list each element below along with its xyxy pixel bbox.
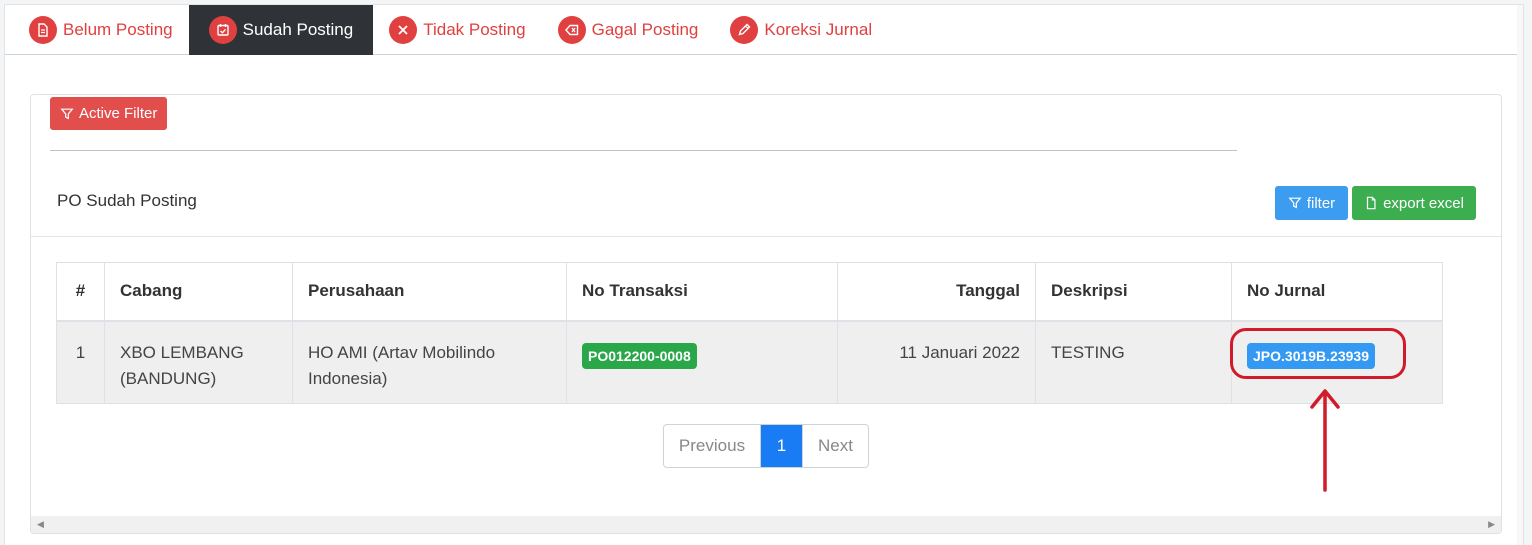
column-header[interactable]: Perusahaan	[292, 262, 567, 322]
tab-tidak-posting[interactable]: Tidak Posting	[373, 5, 541, 55]
backspace-icon	[557, 16, 586, 44]
tanggal-cell: 11 Januari 2022	[837, 320, 1036, 404]
posting-table: # Cabang Perusahaan No Transaksi Tanggal…	[56, 262, 1443, 404]
column-header[interactable]: No Transaksi	[566, 262, 838, 322]
table-row: 1 XBO LEMBANG (BANDUNG) HO AMI (Artav Mo…	[56, 320, 1443, 404]
export-label: export excel	[1383, 194, 1464, 212]
filter-button[interactable]: filter	[1275, 186, 1348, 220]
current-page-button[interactable]: 1	[761, 425, 802, 467]
file-icon	[1366, 196, 1376, 210]
export-excel-button[interactable]: export excel	[1352, 186, 1476, 220]
posting-tabs: Belum Posting Sudah Posting Tidak Postin…	[5, 5, 1523, 55]
document-icon	[29, 16, 57, 44]
scroll-right-icon[interactable]: ▶	[1488, 519, 1495, 530]
horizontal-scrollbar[interactable]: ◀ ▶	[31, 516, 1501, 533]
no-transaksi-cell: PO012200-0008	[566, 320, 838, 404]
filter-label: filter	[1306, 194, 1336, 212]
tab-label: Tidak Posting	[423, 20, 526, 39]
tab-sudah-posting[interactable]: Sudah Posting	[188, 5, 374, 55]
funnel-icon	[1288, 197, 1302, 209]
calendar-check-icon	[208, 16, 237, 44]
tab-label: Belum Posting	[63, 20, 173, 39]
tab-koreksi-jurnal[interactable]: Koreksi Jurnal	[714, 5, 888, 55]
deskripsi-cell: TESTING	[1035, 320, 1232, 404]
tab-label: Sudah Posting	[242, 20, 354, 39]
po-card: Active Filter PO Sudah Posting filter ex…	[30, 94, 1502, 534]
funnel-icon	[60, 108, 74, 119]
pencil-icon	[730, 16, 759, 44]
close-icon	[389, 16, 418, 44]
previous-page-button[interactable]: Previous	[664, 425, 761, 467]
column-header[interactable]: No Jurnal	[1231, 262, 1443, 322]
tab-belum-posting[interactable]: Belum Posting	[13, 5, 189, 55]
transaction-badge[interactable]: PO012200-0008	[582, 342, 697, 369]
scroll-left-icon[interactable]: ◀	[37, 519, 44, 530]
cabang-cell: XBO LEMBANG (BANDUNG)	[104, 320, 293, 404]
pagination: Previous 1 Next	[663, 424, 869, 468]
annotation-arrow-icon	[1310, 389, 1340, 492]
column-header[interactable]: Tanggal	[837, 262, 1036, 322]
tab-gagal-posting[interactable]: Gagal Posting	[542, 5, 715, 55]
tab-label: Gagal Posting	[591, 20, 699, 39]
divider	[31, 236, 1501, 237]
card-title: PO Sudah Posting	[57, 191, 197, 210]
perusahaan-cell: HO AMI (Artav Mobilindo Indonesia)	[292, 320, 567, 404]
row-number: 1	[56, 320, 105, 404]
table-header-row: # Cabang Perusahaan No Transaksi Tanggal…	[56, 262, 1443, 322]
page-frame: Belum Posting Sudah Posting Tidak Postin…	[4, 4, 1524, 545]
active-filter-label: Active Filter	[79, 105, 158, 122]
column-header[interactable]: #	[56, 262, 105, 322]
next-page-button[interactable]: Next	[802, 425, 868, 467]
active-filter-button[interactable]: Active Filter	[50, 97, 168, 130]
divider	[50, 150, 1237, 151]
column-header[interactable]: Deskripsi	[1035, 262, 1232, 322]
tab-label: Koreksi Jurnal	[764, 20, 873, 39]
column-header[interactable]: Cabang	[104, 262, 293, 322]
vertical-scrollbar[interactable]	[1517, 5, 1523, 545]
highlight-circle	[1230, 327, 1406, 379]
